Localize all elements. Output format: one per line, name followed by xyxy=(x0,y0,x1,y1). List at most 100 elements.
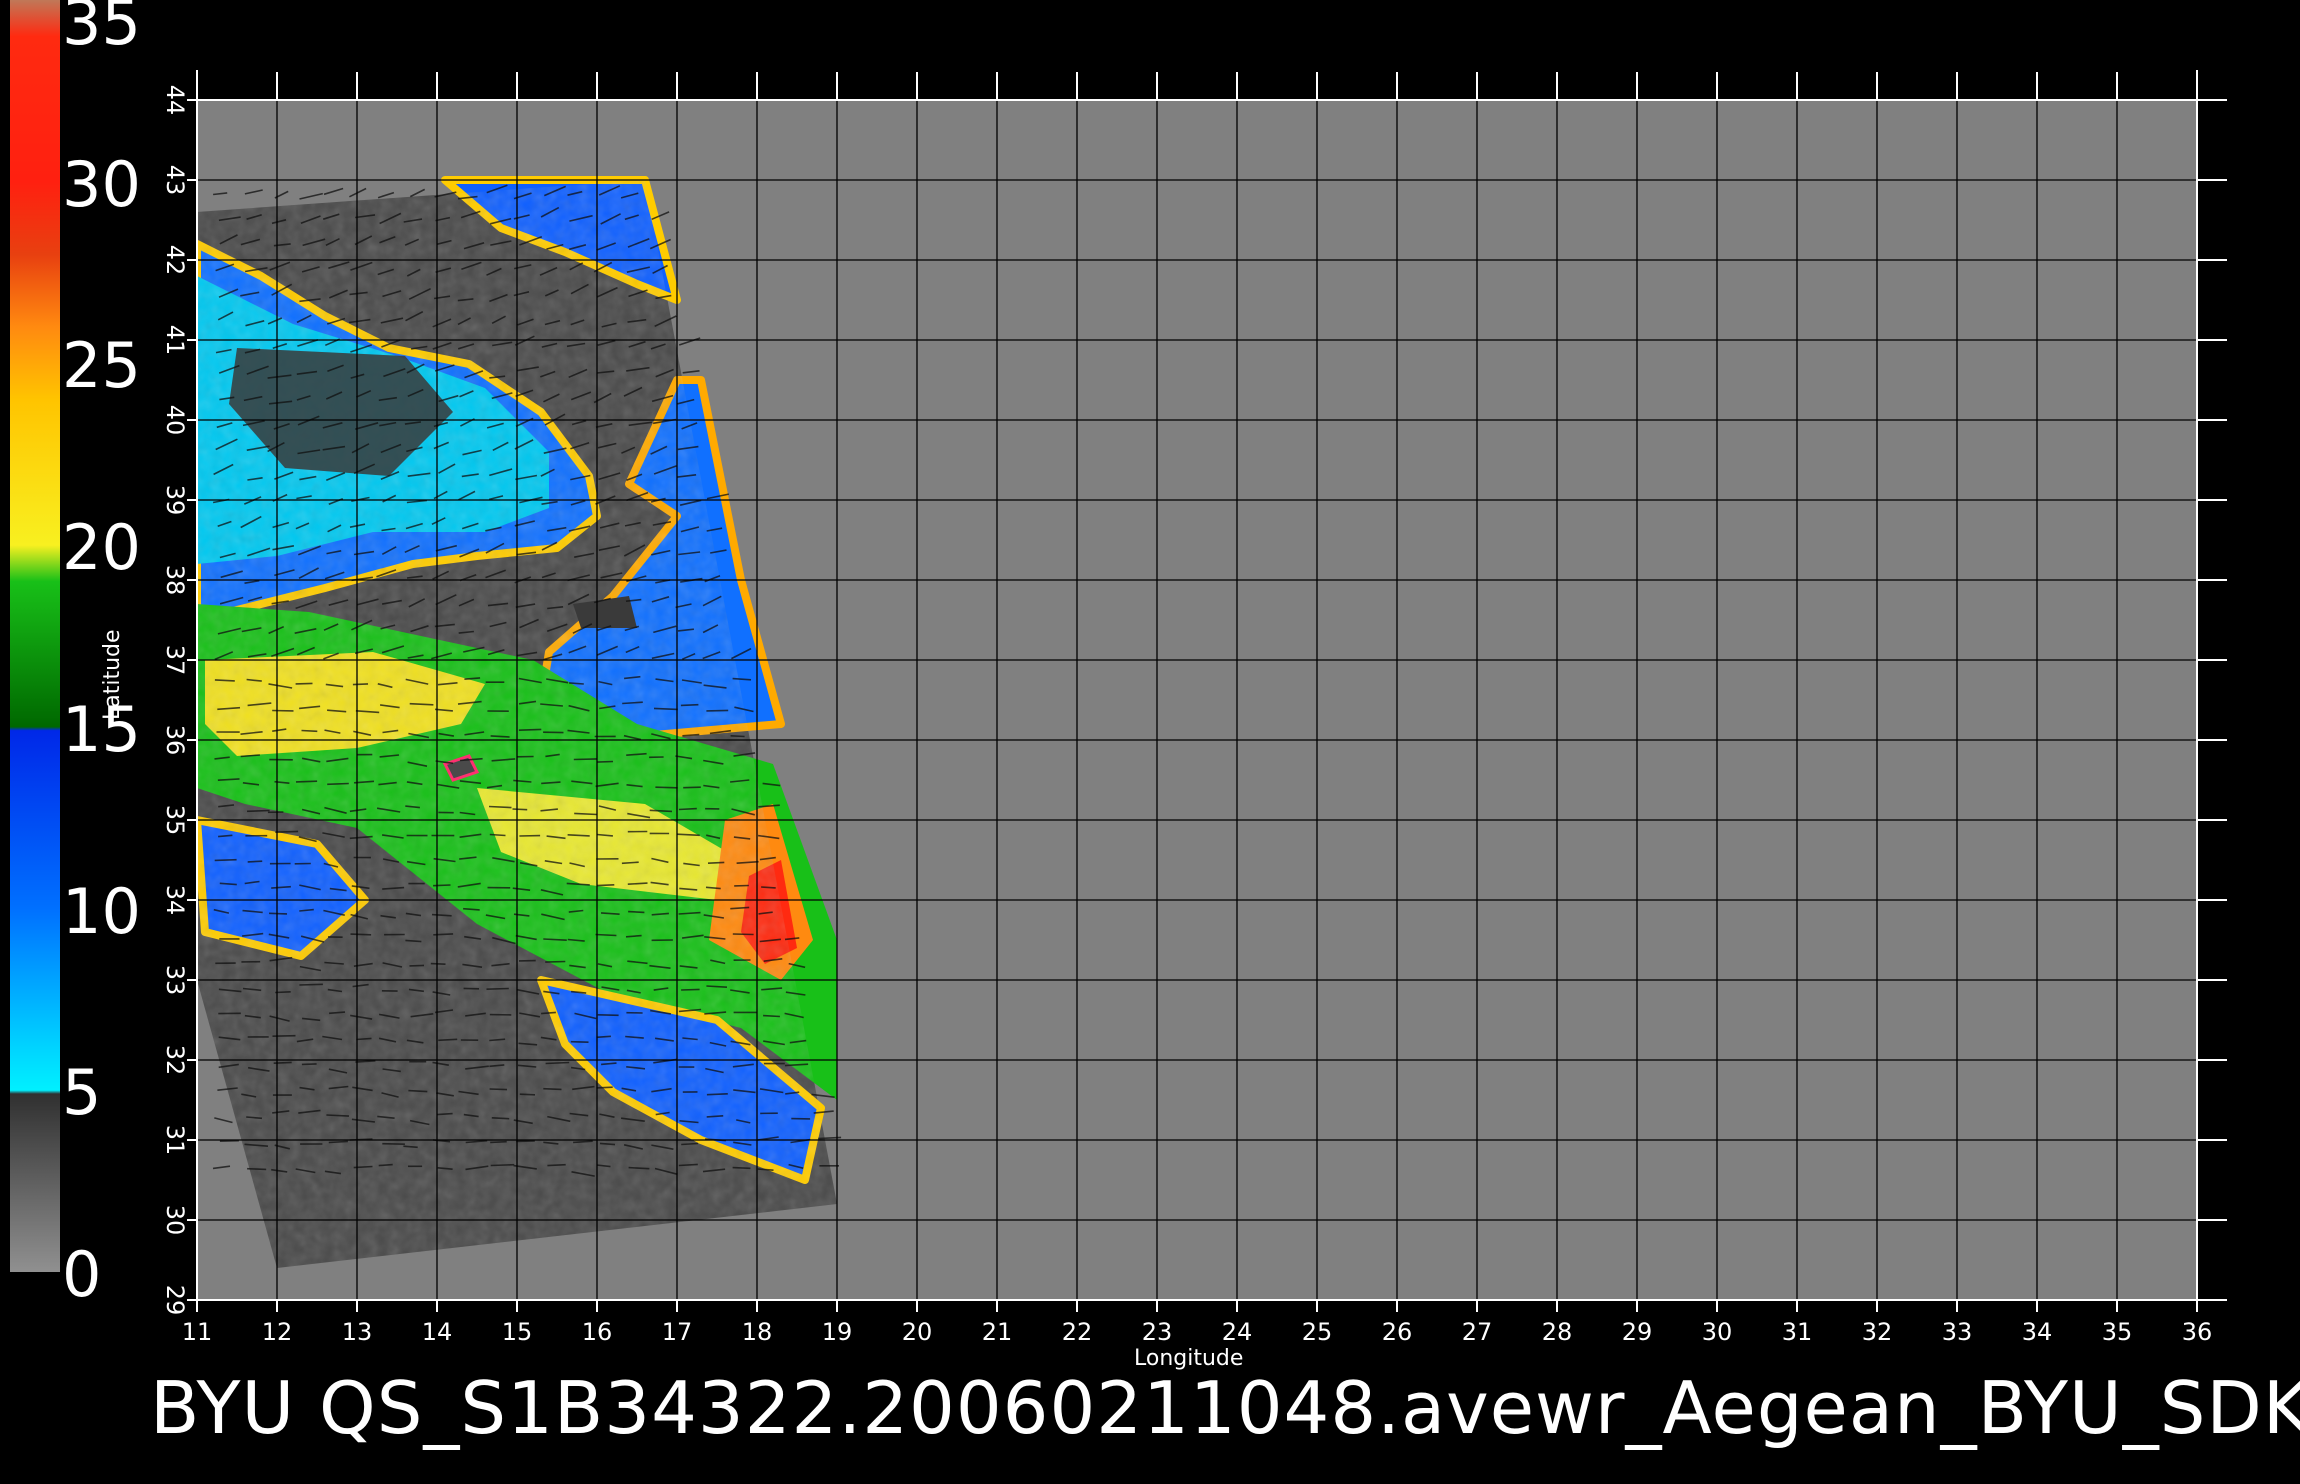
y-tick-label: 30 xyxy=(161,1205,189,1236)
x-tick-label: 24 xyxy=(1222,1318,1253,1346)
colorbar-label: 30 xyxy=(62,154,141,216)
x-tick-label: 21 xyxy=(982,1318,1013,1346)
x-tick-label: 18 xyxy=(742,1318,773,1346)
wind-vector xyxy=(326,1115,349,1116)
y-tick-label: 29 xyxy=(161,1285,189,1316)
colorbar-label: 0 xyxy=(62,1244,101,1306)
wind-vector xyxy=(596,935,617,936)
x-tick-label: 30 xyxy=(1702,1318,1733,1346)
wind-vector xyxy=(655,787,677,788)
y-tick-label: 32 xyxy=(161,1045,189,1076)
wind-vector xyxy=(275,831,298,832)
wind-vector xyxy=(491,736,510,737)
y-tick-label: 34 xyxy=(161,885,189,916)
wind-vector xyxy=(302,1064,317,1065)
wind-vector xyxy=(296,683,313,684)
wind-vector xyxy=(597,762,613,763)
wind-vector xyxy=(707,1094,728,1095)
wind-vector xyxy=(568,835,590,836)
wind-vector xyxy=(215,680,235,681)
wind-vector xyxy=(569,683,584,684)
wind-vector xyxy=(574,813,597,814)
wind-vector xyxy=(628,883,648,884)
wind-vector xyxy=(492,1118,509,1119)
x-tick-label: 14 xyxy=(422,1318,453,1346)
wind-vector xyxy=(679,809,697,810)
wind-vector xyxy=(650,810,672,811)
wind-vector xyxy=(382,1144,405,1145)
footer-title: BYU QS_S1B34322.20060211048.avewr_Aegean… xyxy=(150,1366,2300,1450)
x-tick-label: 12 xyxy=(262,1318,293,1346)
x-tick-label: 33 xyxy=(1942,1318,1973,1346)
x-tick-label: 20 xyxy=(902,1318,933,1346)
wind-vector xyxy=(408,1091,427,1092)
y-tick-label: 42 xyxy=(161,245,189,276)
wind-vector xyxy=(433,934,453,935)
wind-vector xyxy=(677,834,700,835)
colorbar-label: 35 xyxy=(62,0,141,54)
wind-vector xyxy=(763,1016,780,1017)
wind-vector xyxy=(351,934,372,935)
wind-vector xyxy=(491,1165,515,1166)
wind-vector xyxy=(490,835,506,836)
x-tick-label: 36 xyxy=(2182,1318,2213,1346)
x-tick-label: 31 xyxy=(1782,1318,1813,1346)
wind-vector xyxy=(543,1089,561,1090)
wind-vector xyxy=(248,861,263,862)
x-tick-label: 32 xyxy=(1862,1318,1893,1346)
wind-vector xyxy=(681,705,699,706)
y-tick-label: 35 xyxy=(161,805,189,836)
wind-vector xyxy=(329,1141,348,1142)
y-tick-label: 41 xyxy=(161,325,189,356)
wind-vector xyxy=(708,862,724,863)
wind-vector xyxy=(681,989,700,990)
wind-vector xyxy=(654,708,678,709)
wind-vector xyxy=(299,984,323,985)
wind-vector xyxy=(516,1141,535,1142)
wind-vector xyxy=(269,913,287,914)
wind-vector xyxy=(438,1039,457,1040)
y-axis-title: Latitude xyxy=(100,629,125,720)
y-tick-label: 36 xyxy=(161,725,189,756)
y-tick-label: 37 xyxy=(161,645,189,676)
wind-vector xyxy=(410,704,434,705)
wind-vector xyxy=(490,1089,507,1090)
wind-vector xyxy=(733,934,754,935)
wind-vector xyxy=(353,684,368,685)
wind-vector xyxy=(520,1094,535,1095)
colorbar-label: 10 xyxy=(62,881,141,943)
wind-vector xyxy=(707,1116,724,1117)
x-tick-label: 22 xyxy=(1062,1318,1093,1346)
wind-vector xyxy=(679,1164,698,1165)
wind-vector xyxy=(379,1165,393,1166)
wind-vector xyxy=(215,860,237,861)
wind-vector xyxy=(490,1142,507,1143)
map-figure: 1112131415161718192021222324252627282930… xyxy=(0,0,2300,1480)
x-tick-label: 16 xyxy=(582,1318,613,1346)
y-tick-label: 44 xyxy=(161,85,189,116)
wind-vector xyxy=(731,736,745,737)
x-tick-label: 19 xyxy=(822,1318,853,1346)
wind-vector xyxy=(574,759,598,760)
wind-vector xyxy=(547,1165,565,1166)
wind-vector xyxy=(356,1038,371,1039)
wind-vector xyxy=(546,1063,570,1064)
wind-vector xyxy=(628,912,644,913)
wind-vector xyxy=(247,811,270,812)
wind-vector xyxy=(622,862,639,863)
wind-vector xyxy=(571,1042,589,1043)
y-tick-label: 43 xyxy=(161,165,189,196)
wind-vector xyxy=(761,887,776,888)
colorbar-label: 20 xyxy=(62,517,141,579)
wind-vector xyxy=(596,1087,612,1088)
x-tick-label: 17 xyxy=(662,1318,693,1346)
wind-vector xyxy=(410,965,425,966)
wind-vector xyxy=(519,729,541,730)
x-tick-label: 35 xyxy=(2102,1318,2133,1346)
y-tick-label: 40 xyxy=(161,405,189,436)
x-tick-label: 29 xyxy=(1622,1318,1653,1346)
x-tick-label: 26 xyxy=(1382,1318,1413,1346)
wind-map-plot: 1112131415161718192021222324252627282930… xyxy=(0,0,2300,1480)
wind-vector xyxy=(431,964,446,965)
x-tick-label: 15 xyxy=(502,1318,533,1346)
